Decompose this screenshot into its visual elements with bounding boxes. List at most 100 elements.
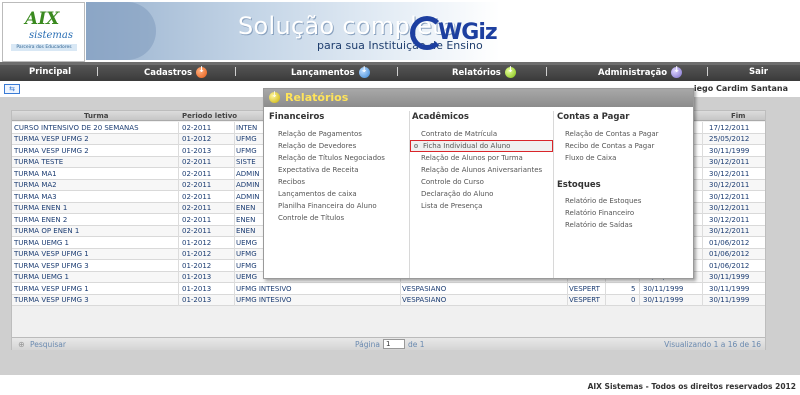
menu-item-recibo-contas-pagar[interactable]: Recibo de Contas a Pagar xyxy=(565,142,654,150)
menu-item-declaracao-aluno[interactable]: Declaração do Aluno xyxy=(421,190,493,198)
nav-item-cadastros[interactable]: Cadastros xyxy=(144,65,208,78)
column-header-turma[interactable]: Turma xyxy=(84,112,108,120)
table-cell-periodo: 01-2013 xyxy=(182,146,212,155)
cell-divider xyxy=(702,271,703,283)
cell-divider xyxy=(702,260,703,272)
table-cell-periodo: 01-2013 xyxy=(182,296,212,304)
table-cell-c3: UFMG xyxy=(236,146,257,155)
menu-item-controle-curso[interactable]: Controle do Curso xyxy=(421,178,484,186)
cell-divider xyxy=(234,283,235,295)
table-cell-c4: VESPASIANO xyxy=(402,296,447,304)
refresh-icon[interactable]: ⊕ xyxy=(18,340,25,349)
menu-item-relatorio-financeiro[interactable]: Relatório Financeiro xyxy=(565,209,634,217)
cell-divider xyxy=(702,122,703,134)
green-arrow-icon xyxy=(269,90,280,103)
header: AIX sistemas Parceira dos Educadores Sol… xyxy=(0,0,800,65)
table-cell-c3: ENEN xyxy=(236,215,256,224)
cell-divider xyxy=(234,179,235,191)
nav-label: Principal xyxy=(29,67,72,77)
column-header-fim[interactable]: Fim xyxy=(731,112,745,120)
cell-divider xyxy=(639,294,640,306)
page-input[interactable]: 1 xyxy=(383,339,405,349)
menu-item-contrato-matricula[interactable]: Contrato de Matrícula xyxy=(421,130,497,138)
menu-item-expectativa-receita[interactable]: Expectativa de Receita xyxy=(278,166,359,174)
table-cell-turma: TURMA VESP UFMG 2 xyxy=(14,146,89,155)
menu-item-lista-presenca[interactable]: Lista de Presença xyxy=(421,202,482,210)
menu-item-alunos-aniversariantes[interactable]: Relação de Alunos Aniversariantes xyxy=(421,166,542,174)
menu-item-relatorio-estoques[interactable]: Relatório de Estoques xyxy=(565,197,641,205)
table-cell-fim: 25/05/2012 xyxy=(709,135,750,143)
table-cell-periodo: 01-2012 xyxy=(182,238,212,247)
menu-item-controle-titulos[interactable]: Controle de Títulos xyxy=(278,214,344,222)
cell-divider xyxy=(178,237,179,249)
table-cell-c3: ADMIN xyxy=(236,181,260,189)
nav-separator: | xyxy=(545,67,548,77)
table-cell-c3: UFMG INTESIVO xyxy=(236,284,292,293)
column-header-periodo[interactable]: Periodo letivo xyxy=(182,112,237,120)
cell-divider xyxy=(234,271,235,283)
table-cell-fim: 17/12/2011 xyxy=(709,123,750,132)
nav-item-principal[interactable]: Principal xyxy=(29,67,71,77)
cell-divider xyxy=(178,202,179,214)
table-row[interactable]: TURMA VESP UFMG 1 01-2013 UFMG INTESIVO VES… xyxy=(12,283,765,295)
cell-divider xyxy=(178,271,179,283)
table-cell-turma: TURMA ENEN 2 xyxy=(14,215,68,224)
table-cell-periodo: 02-2011 xyxy=(182,192,212,201)
cell-divider xyxy=(234,122,235,134)
table-cell-c3: UFMG xyxy=(236,261,257,270)
table-cell-c3: ADMIN xyxy=(236,169,260,178)
nav-item-sair[interactable]: Sair xyxy=(749,67,768,77)
table-cell-turma: TURMA UEMG 1 xyxy=(14,273,70,281)
nav-item-relatorios[interactable]: Relatórios xyxy=(452,65,516,78)
menu-item-fluxo-caixa[interactable]: Fluxo de Caixa xyxy=(565,154,616,162)
menu-item-alunos-por-turma[interactable]: Relação de Alunos por Turma xyxy=(421,154,523,162)
menu-item-lancamentos-caixa[interactable]: Lançamentos de caixa xyxy=(278,190,357,198)
menu-item-ficha-individual[interactable]: Ficha Individual do Aluno xyxy=(410,140,553,152)
table-cell-periodo: 01-2012 xyxy=(182,135,212,143)
table-cell-fim: 30/12/2011 xyxy=(709,215,750,224)
table-cell-turma: TURMA VESP UFMG 3 xyxy=(14,261,89,270)
table-row[interactable]: TURMA VESP UFMG 3 01-2013 UFMG INTESIVO VES… xyxy=(12,294,765,306)
table-cell-periodo: 01-2012 xyxy=(182,250,212,258)
cell-divider xyxy=(702,202,703,214)
table-cell-c3: ENEN xyxy=(236,227,256,235)
nav-label: Cadastros xyxy=(144,67,193,78)
cell-divider xyxy=(702,225,703,237)
cell-divider xyxy=(234,260,235,272)
menu-item-titulos-negociados[interactable]: Relação de Títulos Negociados xyxy=(278,154,385,162)
menu-item-relacao-contas-pagar[interactable]: Relação de Contas a Pagar xyxy=(565,130,659,138)
table-cell-c3: UFMG xyxy=(236,135,257,143)
logo-tagline: Parceira dos Educadores xyxy=(11,44,77,51)
table-cell-periodo: 02-2011 xyxy=(182,158,212,166)
menu-item-recibos[interactable]: Recibos xyxy=(278,178,305,186)
table-cell-periodo: 02-2011 xyxy=(182,181,212,189)
cell-divider xyxy=(178,294,179,306)
cell-divider xyxy=(702,214,703,226)
expand-icon[interactable]: ⇆ xyxy=(4,84,20,94)
cell-divider xyxy=(234,237,235,249)
cell-divider xyxy=(702,145,703,157)
nav-item-administracao[interactable]: Administração xyxy=(598,65,683,78)
nav-item-lancamentos[interactable]: Lançamentos xyxy=(291,65,370,78)
table-cell-periodo: 02-2011 xyxy=(182,169,212,178)
table-cell-periodo: 02-2011 xyxy=(182,215,212,224)
table-cell-periodo: 01-2013 xyxy=(182,284,212,293)
table-cell-c5: VESPERT xyxy=(569,296,600,304)
table-cell-c3: INTEN xyxy=(236,123,258,132)
table-cell-periodo: 02-2011 xyxy=(182,204,212,212)
table-cell-turma: TURMA ENEN 1 xyxy=(14,204,68,212)
menu-item-relacao-devedores[interactable]: Relação de Devedores xyxy=(278,142,356,150)
table-cell-periodo: 01-2013 xyxy=(182,273,212,281)
aix-logo[interactable]: AIX sistemas Parceira dos Educadores xyxy=(2,2,85,62)
menu-item-planilha-financeira[interactable]: Planilha Financeira do Aluno xyxy=(278,202,377,210)
menu-item-relatorio-saidas[interactable]: Relatório de Saídas xyxy=(565,221,632,229)
cell-divider xyxy=(605,283,606,295)
cell-divider xyxy=(702,179,703,191)
table-cell-fim: 30/12/2011 xyxy=(709,181,750,189)
page-label: Página xyxy=(355,340,380,349)
search-link[interactable]: Pesquisar xyxy=(30,340,66,349)
logo-sub: sistemas xyxy=(29,30,73,41)
menu-item-relacao-pagamentos[interactable]: Relação de Pagamentos xyxy=(278,130,362,138)
cell-divider xyxy=(234,294,235,306)
page-total: de 1 xyxy=(408,340,425,349)
